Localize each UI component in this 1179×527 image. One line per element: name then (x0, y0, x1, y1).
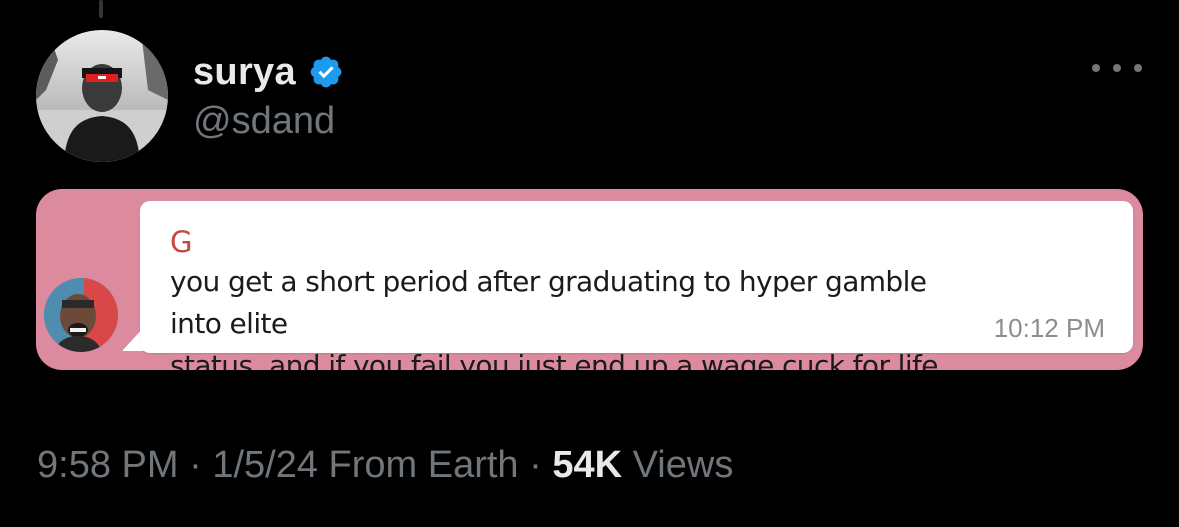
meta-separator: · (178, 444, 213, 486)
verified-badge-icon[interactable] (308, 54, 344, 90)
author-display-name[interactable]: surya (193, 51, 296, 94)
chat-message-line-2: status, and if you fail you just end up … (170, 349, 939, 370)
chat-message-bubble: G you get a short period after graduatin… (140, 201, 1133, 370)
author-avatar[interactable] (36, 30, 168, 162)
tweet-time[interactable]: 9:58 PM (37, 444, 179, 486)
more-options-icon[interactable] (1092, 54, 1142, 82)
tweet-media-screenshot[interactable]: G you get a short period after graduatin… (36, 189, 1143, 370)
tweet-date[interactable]: 1/5/24 (212, 444, 318, 486)
views-count[interactable]: 54K (552, 444, 622, 486)
more-dot (1134, 64, 1142, 72)
chat-sender-avatar (44, 278, 118, 352)
meta-separator: · (518, 444, 553, 486)
author-avatar-image (36, 30, 168, 162)
chat-sender-avatar-image (44, 278, 118, 352)
author-handle[interactable]: @sdand (193, 100, 335, 143)
chat-message-time: 10:12 PM (993, 313, 1105, 343)
tweet-meta-row: 9:58 PM · 1/5/24 From Earth · 54K Views (37, 444, 733, 487)
more-dot (1092, 64, 1100, 72)
views-label[interactable]: Views (633, 444, 734, 486)
tweet-source: From Earth (328, 444, 519, 486)
author-name-row[interactable]: surya (193, 46, 344, 98)
chat-sender-name: G (170, 225, 193, 259)
thread-connector-line (99, 0, 103, 18)
chat-message-text: you get a short period after graduating … (170, 261, 970, 370)
chat-message-line-1: you get a short period after graduating … (170, 265, 927, 340)
more-dot (1113, 64, 1121, 72)
